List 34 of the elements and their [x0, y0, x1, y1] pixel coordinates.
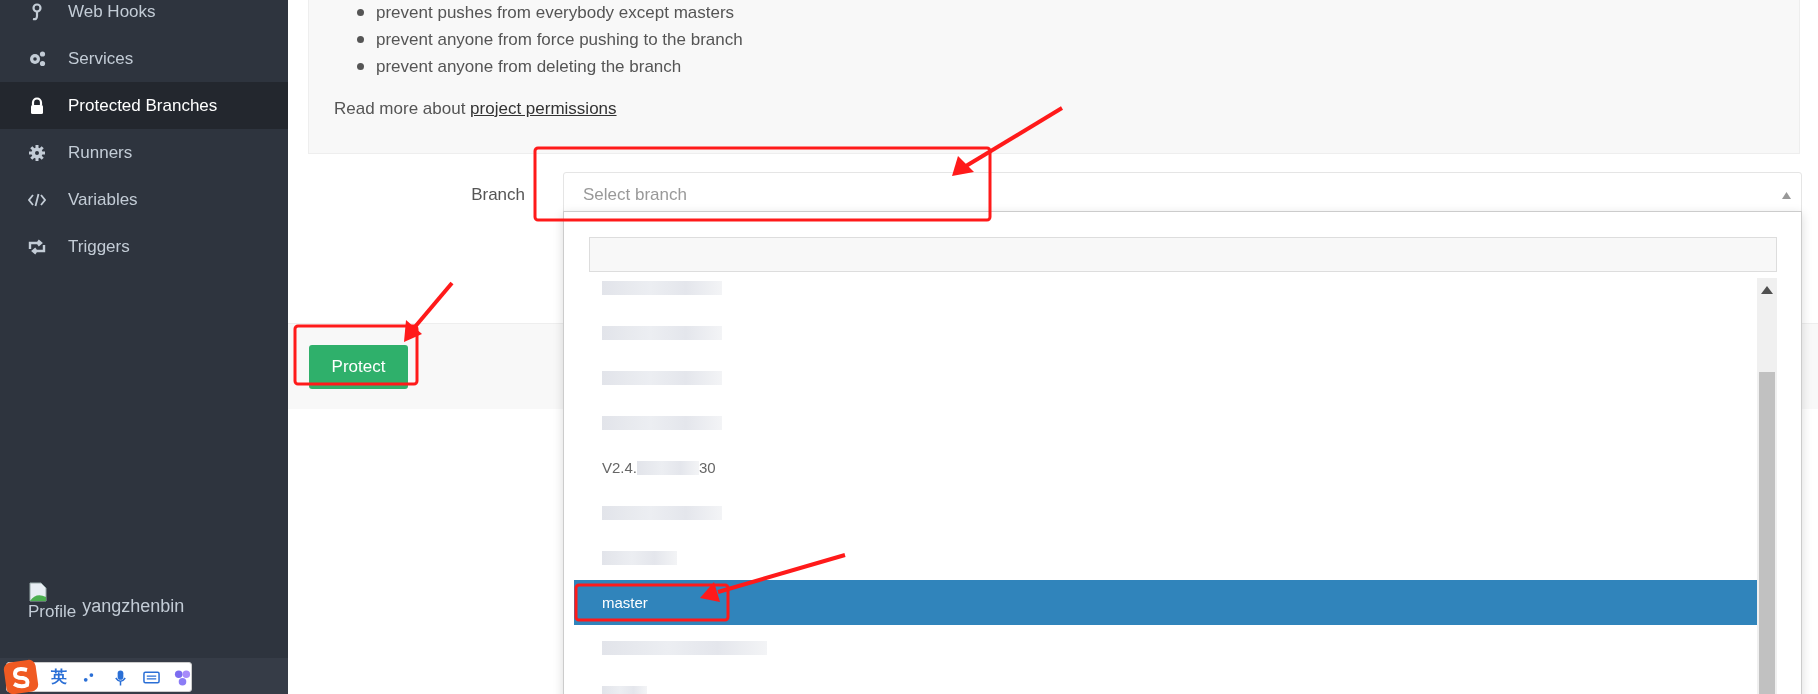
broken-image: Profile: [28, 582, 77, 622]
sidebar-item[interactable]: Web Hooks: [0, 0, 288, 35]
microphone-icon[interactable]: [112, 668, 129, 686]
annotation-arrow: [404, 281, 454, 342]
bullet-dot: [357, 36, 364, 43]
scroll-up-icon[interactable]: [1761, 286, 1773, 294]
arrows-loop-icon: [28, 237, 46, 256]
caret-icon: [1782, 191, 1791, 199]
bullet-dot: [357, 63, 364, 70]
bullet-item: prevent pushes from everybody except masters: [376, 2, 735, 24]
sidebar-item[interactable]: Variables: [0, 176, 288, 223]
sidebar-item[interactable]: Protected Branches: [0, 82, 288, 129]
bullet-item: prevent anyone from deleting the branch: [376, 56, 682, 78]
username[interactable]: yangzhenbin: [82, 596, 185, 617]
sidebar-item[interactable]: Runners: [0, 129, 288, 176]
option-text[interactable]: V2.4.: [602, 459, 638, 476]
branch-label: Branch: [470, 185, 526, 205]
bullet-item: prevent anyone from force pushing to the branch: [376, 29, 743, 51]
permissions-link[interactable]: project permissions: [470, 99, 617, 118]
gears-icon: [28, 49, 46, 68]
bullet-dot: [357, 9, 364, 16]
apps-icon[interactable]: [174, 668, 191, 686]
blurred-text: [637, 460, 700, 475]
scrollbar[interactable]: [1757, 278, 1777, 694]
read-more-text: Read more about: [334, 99, 467, 118]
language-indicator[interactable]: 英: [51, 666, 67, 688]
broken-image-icon: [28, 582, 48, 602]
gear-icon: [28, 143, 46, 162]
option-text[interactable]: 30: [699, 459, 716, 476]
dropdown-option[interactable]: master: [574, 580, 1757, 625]
sidebar-item[interactable]: Services: [0, 35, 288, 82]
lock-icon: [28, 96, 46, 115]
search-field[interactable]: [589, 237, 1777, 272]
sidebar-item[interactable]: Triggers: [0, 223, 288, 270]
